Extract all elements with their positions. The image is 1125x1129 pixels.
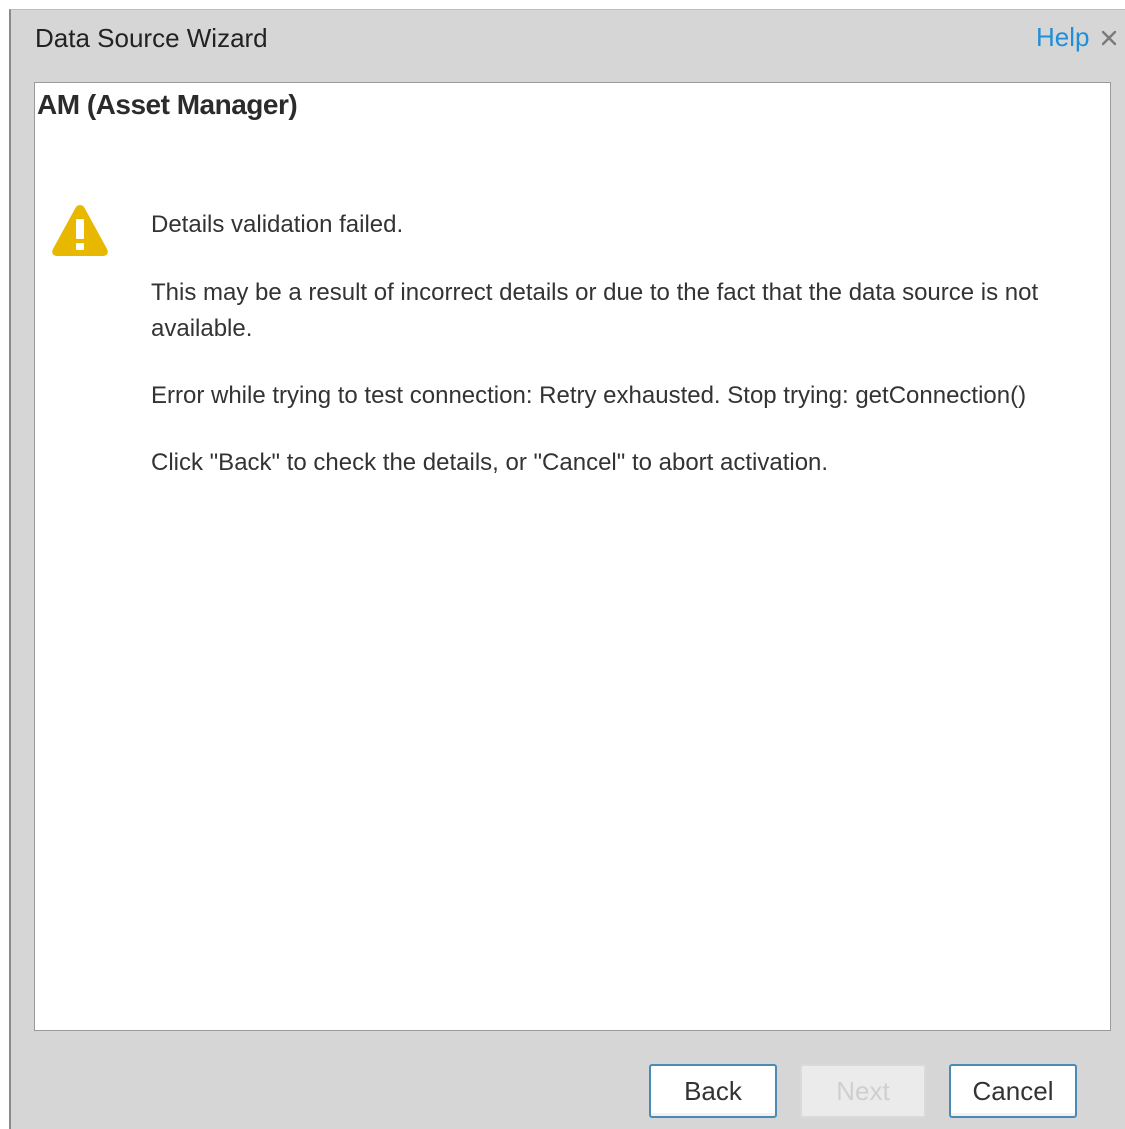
message-validation-failed: Details validation failed. (151, 211, 404, 238)
dialog-title: Data Source Wizard (35, 23, 268, 53)
message-error-detail: Error while trying to test connection: R… (151, 382, 1027, 409)
content-panel: AM (Asset Manager) Details validation fa… (34, 82, 1111, 1031)
message-possible-cause: This may be a result of incorrect detail… (151, 279, 1039, 342)
help-link[interactable]: Help (1036, 22, 1089, 53)
panel-heading: AM (Asset Manager) (37, 89, 298, 120)
back-button[interactable]: Back (649, 1064, 777, 1118)
close-icon[interactable] (1097, 24, 1123, 50)
data-source-wizard-dialog: Data Source Wizard Help AM (Asset Manage… (9, 9, 1125, 1129)
warning-icon (49, 201, 111, 259)
next-button: Next (800, 1064, 926, 1118)
message-list: Details validation failed. This may be a… (151, 207, 1091, 512)
dialog-titlebar: Data Source Wizard Help (11, 10, 1125, 70)
cancel-button[interactable]: Cancel (949, 1064, 1077, 1118)
message-instructions: Click "Back" to check the details, or "C… (151, 449, 829, 476)
